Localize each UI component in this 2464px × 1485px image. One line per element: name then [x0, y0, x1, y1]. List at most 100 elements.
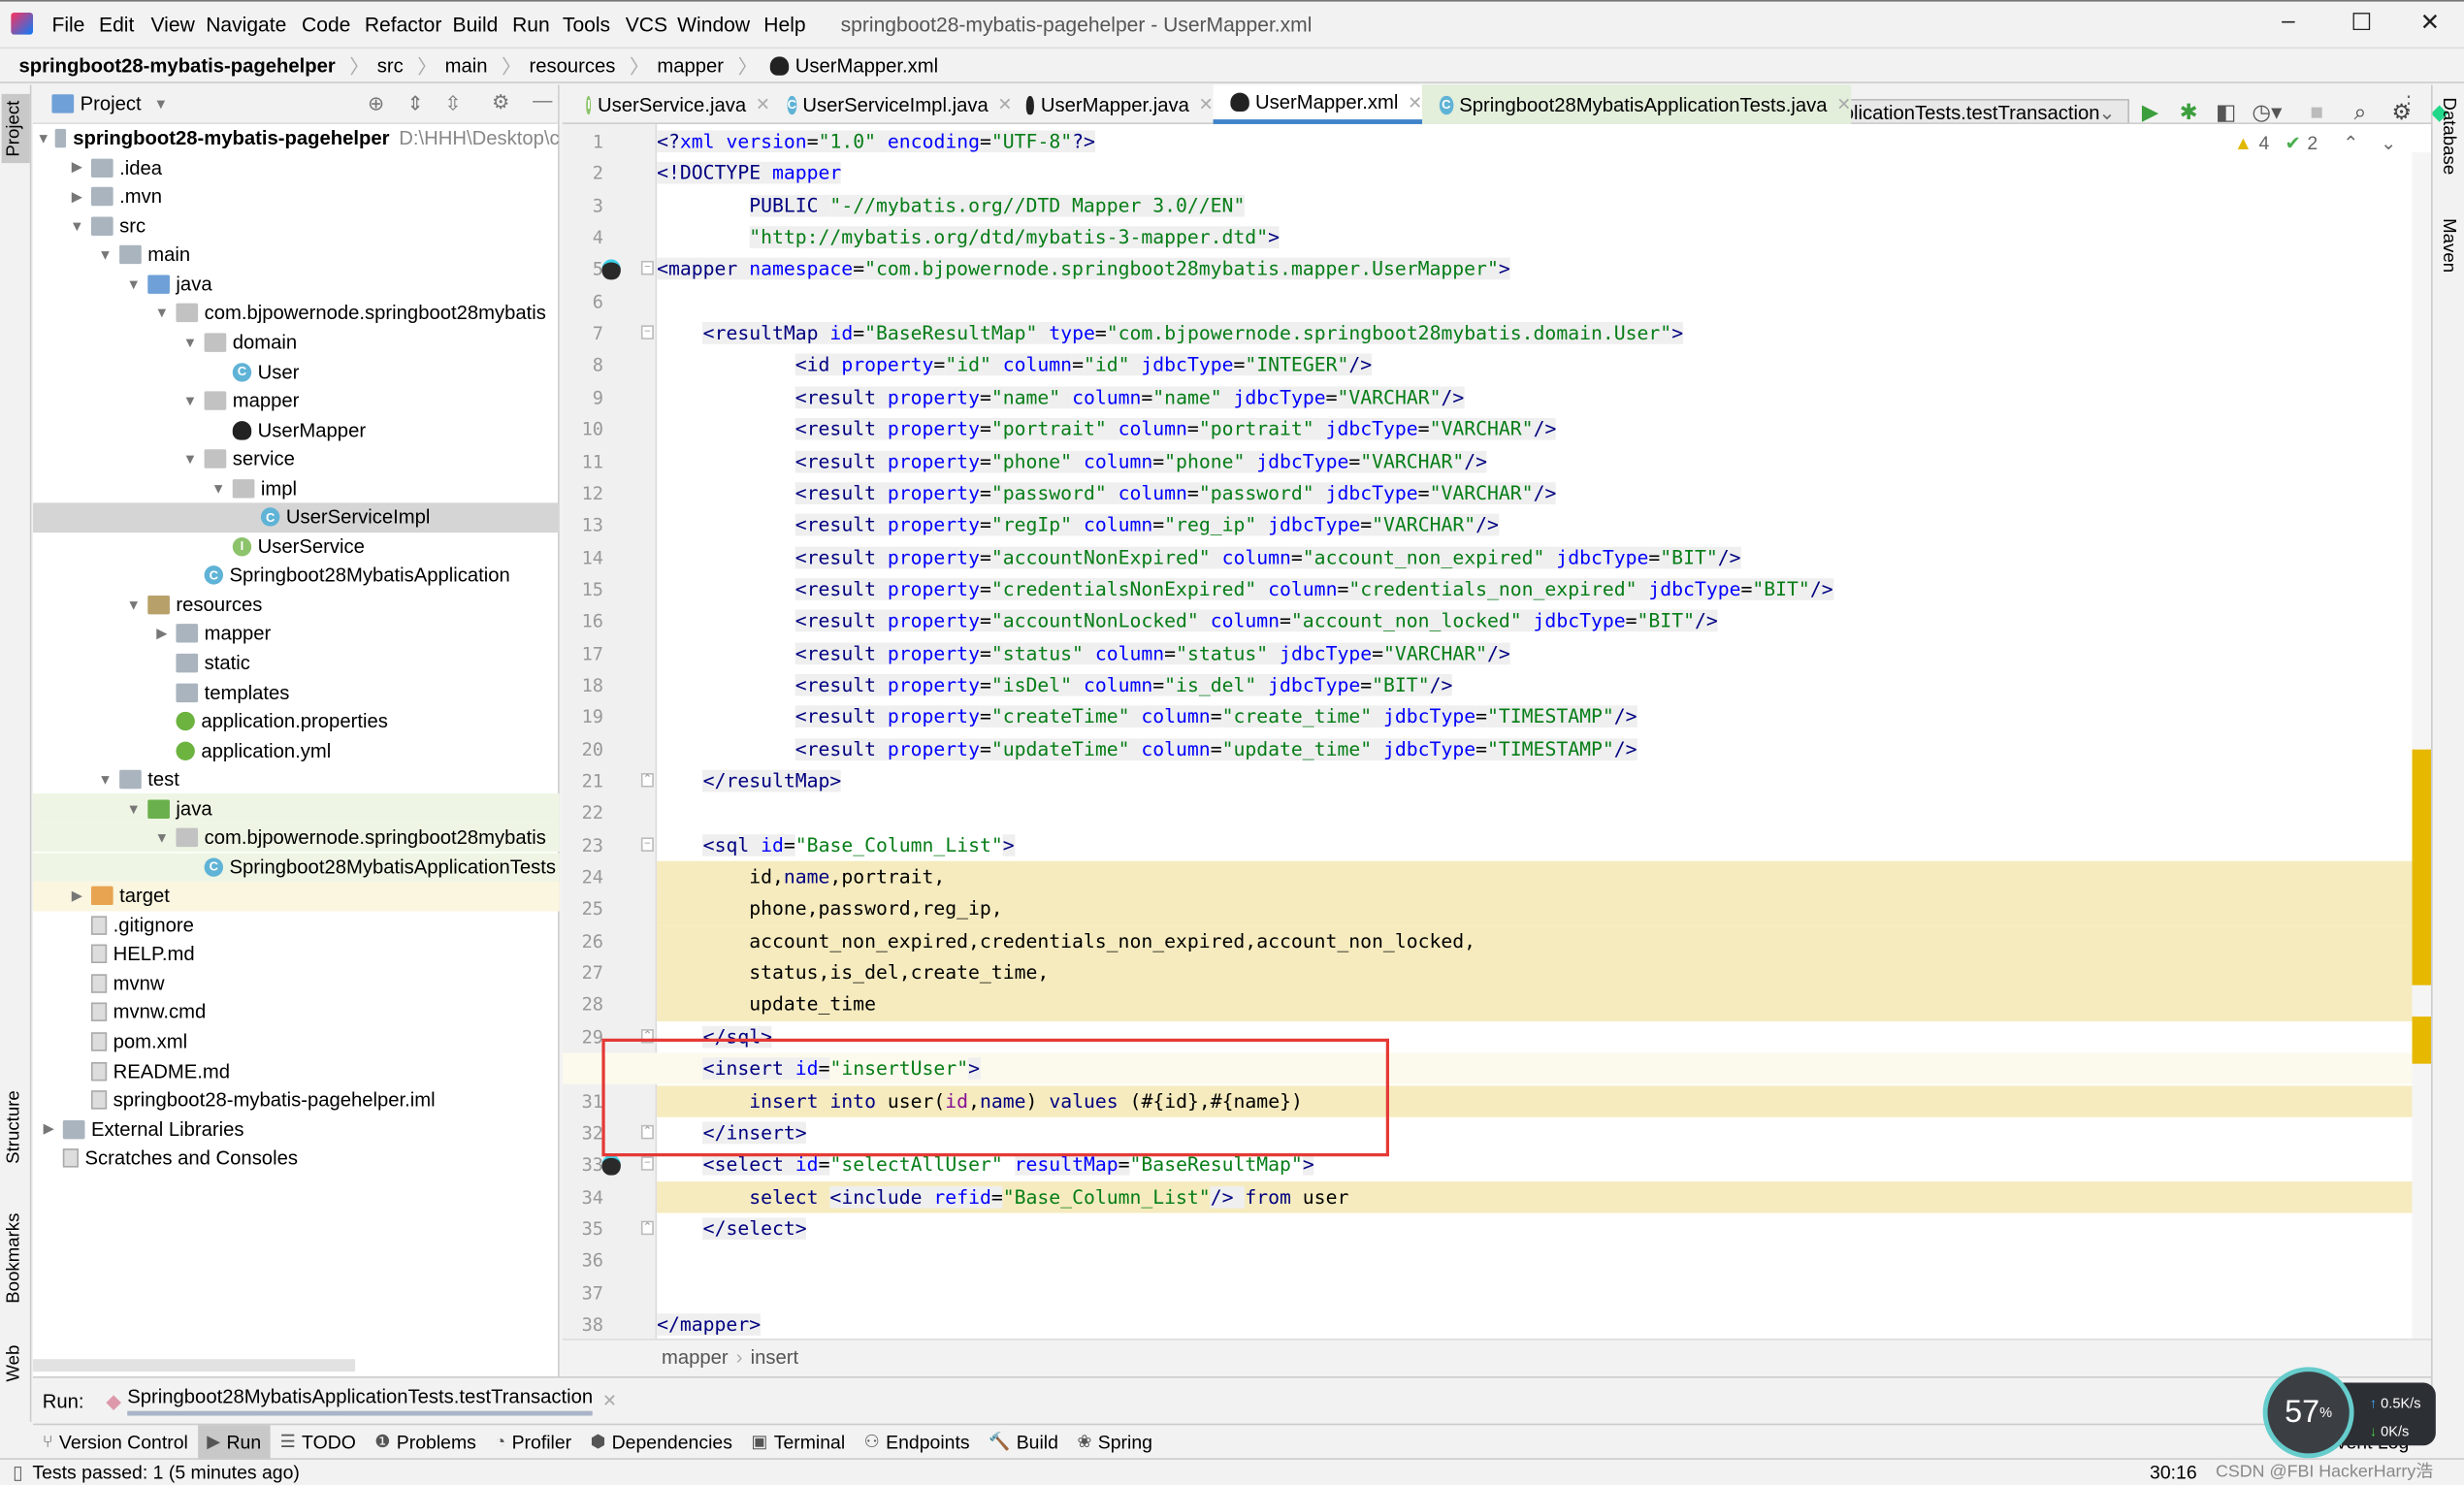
hide-panel-icon[interactable]: — [533, 89, 552, 112]
code-line[interactable]: <result property="createTime" column="cr… [657, 701, 2431, 733]
close-window-button[interactable]: ✕ [2420, 8, 2440, 37]
chevron-down-icon[interactable]: ▼ [152, 306, 171, 321]
code-line[interactable]: <sql id="Base_Column_List"> [657, 829, 2431, 861]
code-line[interactable] [657, 285, 2431, 317]
code-line[interactable]: </select> [657, 1212, 2431, 1244]
fold-marker-icon[interactable]: − [640, 836, 654, 852]
code-line[interactable]: <result property="isDel" column="is_del"… [657, 669, 2431, 701]
tree-item[interactable]: ▼ java [33, 270, 560, 299]
breadcrumb-mapper[interactable]: mapper [662, 1346, 729, 1369]
chevron-down-icon[interactable]: ▼ [96, 247, 114, 263]
code-line[interactable]: account_non_expired,credentials_non_expi… [657, 925, 2431, 957]
structure-tool-button[interactable]: Structure [5, 1090, 23, 1164]
tree-item[interactable]: ▶ target [33, 881, 560, 911]
chevron-down-icon[interactable]: ▼ [96, 772, 114, 788]
tab-springboot28mybatisapplicationtests-java[interactable]: C Springboot28MybatisApplicationTests.jav… [1422, 84, 1852, 124]
tree-item[interactable]: ▼ resources [33, 590, 560, 619]
tree-item[interactable]: ▶ External Libraries [33, 1114, 560, 1144]
code-line[interactable]: <result property="updateTime" column="up… [657, 733, 2431, 765]
chevron-down-icon[interactable]: ▼ [180, 451, 199, 467]
code-line[interactable] [657, 1276, 2431, 1308]
breadcrumb-item[interactable]: main [445, 54, 488, 77]
tree-item[interactable]: ▶ .idea [33, 153, 560, 182]
chevron-right-icon[interactable]: ▶ [68, 888, 86, 905]
tree-item[interactable]: ▼ src [33, 211, 560, 241]
tree-item[interactable]: .gitignore [33, 911, 560, 940]
tree-item[interactable]: C Springboot28MybatisApplicationTests [33, 852, 560, 882]
inspection-widget[interactable]: ▲ 4 ✔ 2 ⌃ ⌄ [2234, 132, 2397, 154]
tree-item[interactable]: Scratches and Consoles [33, 1144, 560, 1173]
tree-item[interactable]: ▼ springboot28-mybatis-pagehelper D:\HHH\D… [33, 124, 560, 153]
code-line[interactable]: status,is_del,create_time, [657, 957, 2431, 989]
menu-refactor[interactable]: Refactor [365, 13, 442, 36]
chevron-down-icon[interactable]: ▼ [124, 276, 143, 292]
mybatis-navigate-icon[interactable] [601, 259, 621, 280]
tree-item[interactable]: mvnw [33, 969, 560, 998]
code-line[interactable]: <result property="accountNonLocked" colu… [657, 605, 2431, 637]
code-editor[interactable]: 1 2 3 4 5−6 7−8 9 10 11 12 13 14 15 16 17 18 19 20 21 ⌃ 22 23… [562, 123, 2431, 1340]
code-line[interactable] [657, 1244, 2431, 1276]
project-tool-button[interactable]: Project [1, 94, 30, 164]
tool-window-spring[interactable]: ❀ Spring [1068, 1424, 1162, 1459]
chevron-down-icon[interactable]: ▼ [124, 597, 143, 612]
menu-code[interactable]: Code [302, 13, 350, 36]
tree-item[interactable]: ▼ service [33, 444, 560, 473]
menu-file[interactable]: File [51, 13, 84, 36]
code-line[interactable]: phone,password,reg_ip, [657, 893, 2431, 925]
code-line[interactable]: <result property="password" column="pass… [657, 477, 2431, 509]
code-line[interactable]: <result property="phone" column="phone" … [657, 445, 2431, 477]
code-line[interactable]: </resultMap> [657, 765, 2431, 797]
chevron-down-icon[interactable]: ▼ [68, 218, 86, 234]
minimize-button[interactable]: – [2282, 8, 2295, 35]
menu-vcs[interactable]: VCS [626, 13, 667, 36]
breadcrumb-insert[interactable]: insert [751, 1346, 799, 1369]
breadcrumb-item[interactable]: resources [530, 54, 616, 77]
code-line[interactable]: <!DOCTYPE mapper [657, 158, 2431, 190]
tree-item[interactable]: ▼ com.bjpowernode.springboot28mybatis [33, 299, 560, 328]
tool-window-problems[interactable]: ❶ Problems [366, 1424, 486, 1459]
code-line[interactable]: <mapper namespace="com.bjpowernode.sprin… [657, 253, 2431, 285]
tool-window-run[interactable]: ▶ Run [197, 1424, 271, 1460]
maximize-button[interactable]: ☐ [2351, 8, 2372, 37]
tree-item[interactable]: ▼ com.bjpowernode.springboot28mybatis [33, 823, 560, 853]
menu-tools[interactable]: Tools [563, 13, 610, 36]
fold-marker-icon[interactable]: ⌃ [640, 772, 654, 788]
tab-userservice-java[interactable]: I UserService.java ✕ [568, 84, 770, 123]
code-line[interactable]: </mapper> [657, 1308, 2431, 1340]
code-line[interactable]: <result property="credentialsNonExpired"… [657, 573, 2431, 605]
project-view-select[interactable]: Project [81, 93, 142, 115]
maven-tool-button[interactable]: Maven [2439, 218, 2457, 273]
code-line[interactable]: <?xml version="1.0" encoding="UTF-8"?> [657, 126, 2431, 158]
chevron-right-icon[interactable]: ▶ [39, 1120, 57, 1138]
web-tool-button[interactable]: Web [5, 1345, 23, 1382]
tab-usermapper-xml[interactable]: UserMapper.xml ✕ [1213, 84, 1423, 124]
tree-item[interactable]: ▼ impl [33, 473, 560, 502]
menu-help[interactable]: Help [763, 13, 805, 36]
tool-window-dependencies[interactable]: ⬢ Dependencies [581, 1424, 742, 1459]
code-line[interactable]: select <include refid="Base_Column_List"… [657, 1180, 2431, 1212]
tree-item[interactable]: mvnw.cmd [33, 998, 560, 1027]
tool-window-version-control[interactable]: ⑂ Version Control [33, 1424, 198, 1459]
previous-highlight-icon[interactable]: ⌃ [2343, 132, 2358, 154]
chevron-down-icon[interactable]: ▼ [180, 393, 199, 408]
menu-edit[interactable]: Edit [99, 13, 134, 36]
collapse-all-icon[interactable]: ⇳ [444, 91, 461, 115]
breadcrumb-item[interactable]: mapper [657, 54, 724, 77]
chevron-right-icon[interactable]: ▶ [152, 626, 171, 643]
tool-window-profiler[interactable]: ◔ Profiler [486, 1424, 581, 1459]
more-tabs-icon[interactable]: ⋮ [2399, 91, 2418, 115]
run-tab[interactable]: Springboot28MybatisApplicationTests.test… [127, 1386, 594, 1416]
code-line[interactable]: <id property="id" column="id" jdbcType="… [657, 349, 2431, 381]
tree-item[interactable]: static [33, 649, 560, 678]
tree-item[interactable]: application.properties [33, 707, 560, 736]
tool-window-todo[interactable]: ☰ TODO [271, 1424, 366, 1459]
code-line[interactable]: <result property="portrait" column="port… [657, 413, 2431, 445]
status-panel-icon[interactable]: ▯ [13, 1462, 23, 1484]
tree-item[interactable]: HELP.md [33, 940, 560, 969]
gear-icon[interactable]: ⚙ [492, 89, 509, 113]
menu-build[interactable]: Build [453, 13, 499, 36]
database-tool-button[interactable]: Database [2439, 97, 2457, 175]
close-tab-icon[interactable]: ✕ [1199, 94, 1214, 114]
chevron-right-icon[interactable]: ▶ [68, 159, 86, 177]
tree-item[interactable]: pom.xml [33, 1027, 560, 1056]
